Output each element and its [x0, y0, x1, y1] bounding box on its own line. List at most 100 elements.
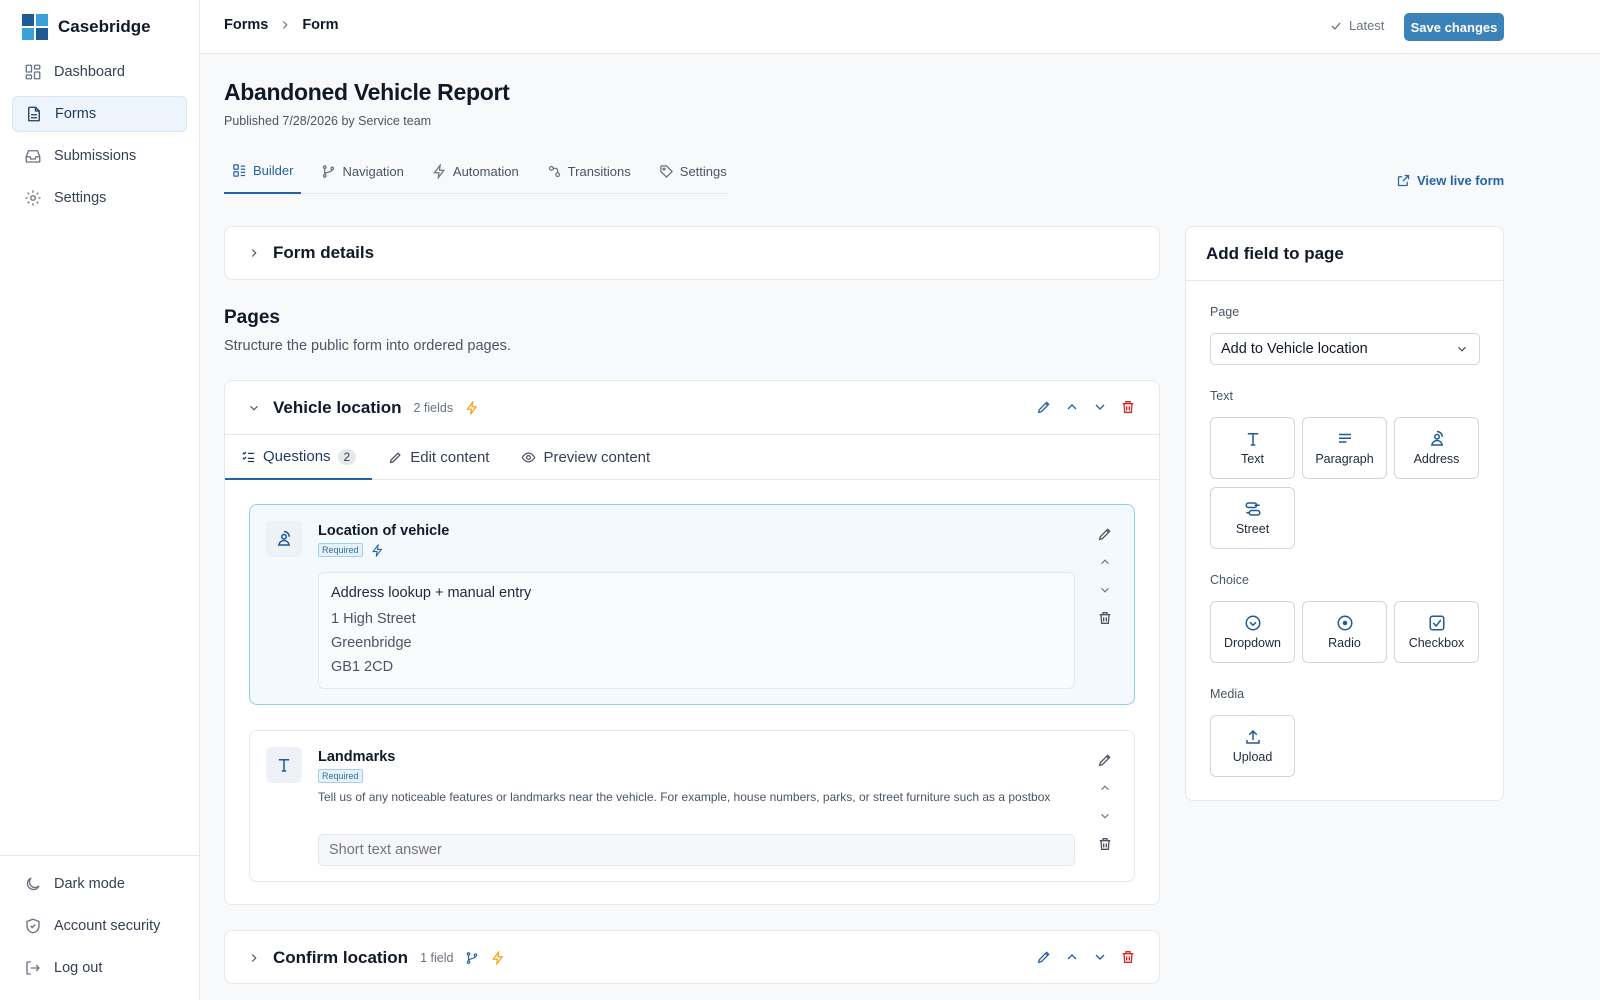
page-title-text: Vehicle location	[273, 398, 402, 417]
group-label-choice: Choice	[1210, 573, 1249, 587]
trash-icon	[1099, 612, 1111, 624]
move-page-down-button[interactable]	[1091, 398, 1109, 416]
add-radio-field-button[interactable]: Radio	[1302, 601, 1387, 663]
add-checkbox-field-button[interactable]: Checkbox	[1394, 601, 1479, 663]
tab-preview-content[interactable]: Preview content	[505, 435, 666, 480]
pencil-icon	[388, 450, 403, 465]
tab-label: Preview content	[543, 449, 651, 466]
page-card-header: Vehicle location 2 fields	[225, 381, 1159, 435]
edit-question-button[interactable]	[1096, 525, 1114, 543]
field-button-label: Dropdown	[1224, 636, 1281, 650]
delete-page-button[interactable]	[1119, 948, 1137, 966]
short-text-input[interactable]	[318, 834, 1075, 866]
question-meta: Required	[318, 543, 384, 557]
page-sub-tabs: Questions 2 Edit content Preview content	[225, 435, 1159, 480]
eye-icon	[521, 450, 536, 465]
pencil-icon	[1098, 528, 1111, 541]
chevron-up-icon	[1067, 404, 1077, 410]
add-address-field-button[interactable]: Address	[1394, 417, 1479, 479]
tab-automation[interactable]: Automation	[424, 154, 527, 194]
checklist-icon	[241, 449, 256, 464]
move-page-up-button[interactable]	[1063, 398, 1081, 416]
chevron-right-icon	[278, 18, 292, 32]
view-live-form-link[interactable]: View live form	[1396, 173, 1504, 188]
breadcrumb-forms[interactable]: Forms	[224, 17, 268, 33]
add-field-header: Add field to page	[1186, 227, 1503, 281]
add-dropdown-field-button[interactable]: Dropdown	[1210, 601, 1295, 663]
delete-question-button[interactable]	[1096, 835, 1114, 853]
sidebar-item-submissions[interactable]: Submissions	[12, 138, 187, 174]
page-select-value: Add to Vehicle location	[1221, 341, 1368, 357]
chevron-right-icon[interactable]	[247, 951, 261, 965]
question-actions	[1096, 751, 1114, 853]
published-info: Published 7/28/2026 by Service team	[224, 114, 432, 128]
edit-question-button[interactable]	[1096, 751, 1114, 769]
paragraph-icon	[1336, 430, 1354, 448]
add-paragraph-field-button[interactable]: Paragraph	[1302, 417, 1387, 479]
sidebar-item-label: Log out	[54, 960, 103, 976]
field-button-label: Upload	[1232, 750, 1273, 764]
breadcrumb-current: Form	[302, 17, 339, 33]
logout-button[interactable]: Log out	[12, 950, 187, 986]
tab-label: Edit content	[410, 449, 490, 466]
edit-page-button[interactable]	[1035, 398, 1053, 416]
save-button[interactable]: Save changes	[1404, 13, 1504, 41]
delete-question-button[interactable]	[1096, 609, 1114, 627]
add-field-title: Add field to page	[1206, 244, 1344, 263]
sidebar-item-dashboard[interactable]: Dashboard	[12, 54, 187, 90]
tab-builder[interactable]: Builder	[224, 154, 302, 194]
delete-page-button[interactable]	[1119, 398, 1137, 416]
sidebar-item-settings[interactable]: Settings	[12, 180, 187, 216]
sidebar-item-account-security[interactable]: Account security	[12, 908, 187, 944]
question-card-location[interactable]: Location of vehicle Required Address loo…	[249, 504, 1135, 705]
sidebar-item-label: Submissions	[54, 148, 137, 164]
tab-questions[interactable]: Questions 2	[225, 435, 373, 480]
brand[interactable]: Casebridge	[22, 13, 151, 41]
page-card-vehicle-location: Vehicle location 2 fields Questions 2 Ed…	[224, 380, 1160, 905]
lightning-icon	[491, 951, 505, 965]
logo-icon	[22, 14, 48, 40]
sidebar-item-forms[interactable]: Forms	[12, 96, 187, 132]
tab-label: Transitions	[567, 163, 631, 179]
move-page-up-button[interactable]	[1063, 948, 1081, 966]
transitions-icon	[547, 164, 562, 179]
gear-icon	[24, 189, 42, 207]
text-icon	[266, 747, 302, 783]
move-question-up-button[interactable]	[1096, 553, 1114, 571]
lightning-icon	[432, 163, 447, 179]
page-card-title: Vehicle location 2 fields	[247, 398, 479, 418]
sidebar-item-label: Account security	[54, 918, 161, 934]
tab-transitions[interactable]: Transitions	[539, 154, 639, 194]
dark-mode-toggle[interactable]: Dark mode	[12, 866, 187, 902]
tab-settings[interactable]: Settings	[651, 154, 735, 194]
form-details-toggle[interactable]: Form details	[247, 243, 374, 263]
tab-navigation[interactable]: Navigation	[313, 154, 411, 194]
checkbox-icon	[1428, 614, 1446, 632]
move-page-down-button[interactable]	[1091, 948, 1109, 966]
address-line: 1 High Street	[331, 611, 416, 627]
questions-count-badge: 2	[337, 448, 357, 465]
form-details-label: Form details	[273, 243, 375, 262]
field-button-label: Text	[1241, 452, 1264, 466]
page-title: Abandoned Vehicle Report	[224, 79, 510, 105]
move-question-down-button[interactable]	[1096, 807, 1114, 825]
add-street-field-button[interactable]: Street	[1210, 487, 1295, 549]
edit-page-button[interactable]	[1035, 948, 1053, 966]
add-upload-field-button[interactable]: Upload	[1210, 715, 1295, 777]
move-question-down-button[interactable]	[1096, 581, 1114, 599]
page-actions	[1035, 948, 1137, 966]
field-count: 2 fields	[413, 401, 454, 415]
chevron-right-icon	[247, 246, 261, 260]
chevron-down-icon	[1101, 587, 1109, 593]
move-question-up-button[interactable]	[1096, 779, 1114, 797]
page-select[interactable]: Add to Vehicle location	[1210, 333, 1480, 365]
tab-edit-content[interactable]: Edit content	[372, 435, 505, 480]
chevron-down-icon[interactable]	[247, 401, 261, 415]
chevron-down-icon	[1095, 954, 1105, 960]
question-title: Landmarks	[318, 749, 396, 765]
add-text-field-button[interactable]: Text	[1210, 417, 1295, 479]
question-actions	[1096, 525, 1114, 627]
question-card-landmarks[interactable]: Landmarks Required Tell us of any notice…	[249, 730, 1135, 882]
view-live-form-label: View live form	[1417, 173, 1505, 188]
field-button-label: Paragraph	[1315, 452, 1374, 466]
